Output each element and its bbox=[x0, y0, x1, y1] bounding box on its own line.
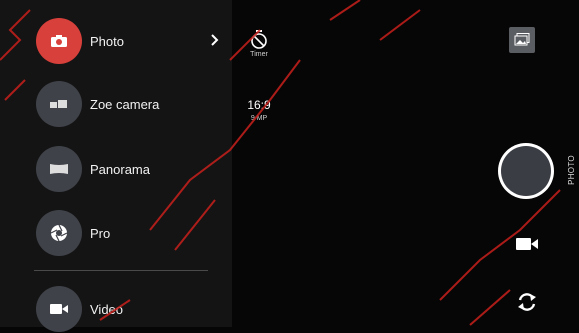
aspect-ratio-button[interactable]: 16:9 bbox=[236, 98, 282, 112]
video-icon bbox=[50, 304, 68, 314]
mode-label-panorama: Panorama bbox=[90, 161, 150, 177]
mode-icon-circle bbox=[36, 81, 82, 127]
mode-item-pro[interactable]: Pro bbox=[36, 209, 236, 257]
camera-icon bbox=[51, 35, 67, 47]
mode-label-photo: Photo bbox=[90, 33, 124, 49]
panorama-icon bbox=[50, 164, 68, 174]
mode-icon-circle bbox=[36, 146, 82, 192]
chevron-right-icon[interactable] bbox=[209, 34, 221, 46]
zoe-camera-icon bbox=[50, 100, 67, 108]
timer-icon[interactable] bbox=[250, 30, 268, 50]
mode-label-zoe-camera: Zoe camera bbox=[90, 96, 160, 112]
current-mode-label: PHOTO bbox=[567, 155, 576, 185]
mode-icon-circle bbox=[36, 18, 82, 64]
mode-label-pro: Pro bbox=[90, 225, 111, 241]
gallery-button[interactable] bbox=[509, 27, 535, 53]
shutter-button[interactable] bbox=[498, 143, 554, 199]
timer-label: Timer bbox=[250, 51, 268, 58]
divider bbox=[34, 270, 208, 271]
mode-item-photo[interactable]: Photo bbox=[36, 17, 236, 65]
mode-item-video[interactable]: Video bbox=[36, 285, 236, 333]
shutter-icon bbox=[501, 146, 551, 196]
mode-icon-circle bbox=[36, 286, 82, 332]
mode-icon-circle bbox=[36, 210, 82, 256]
gallery-icon bbox=[514, 33, 530, 46]
aperture-icon bbox=[50, 224, 68, 242]
mode-panel: Photo Zoe camera Panorama Pro Video bbox=[0, 0, 232, 332]
mode-item-zoe-camera[interactable]: Zoe camera bbox=[36, 80, 236, 128]
mode-item-panorama[interactable]: Panorama bbox=[36, 145, 236, 193]
video-camera-icon[interactable] bbox=[515, 236, 539, 252]
resolution-label: 9 MP bbox=[250, 115, 268, 122]
mode-label-video: Video bbox=[90, 301, 124, 317]
switch-camera-icon[interactable] bbox=[515, 290, 539, 314]
